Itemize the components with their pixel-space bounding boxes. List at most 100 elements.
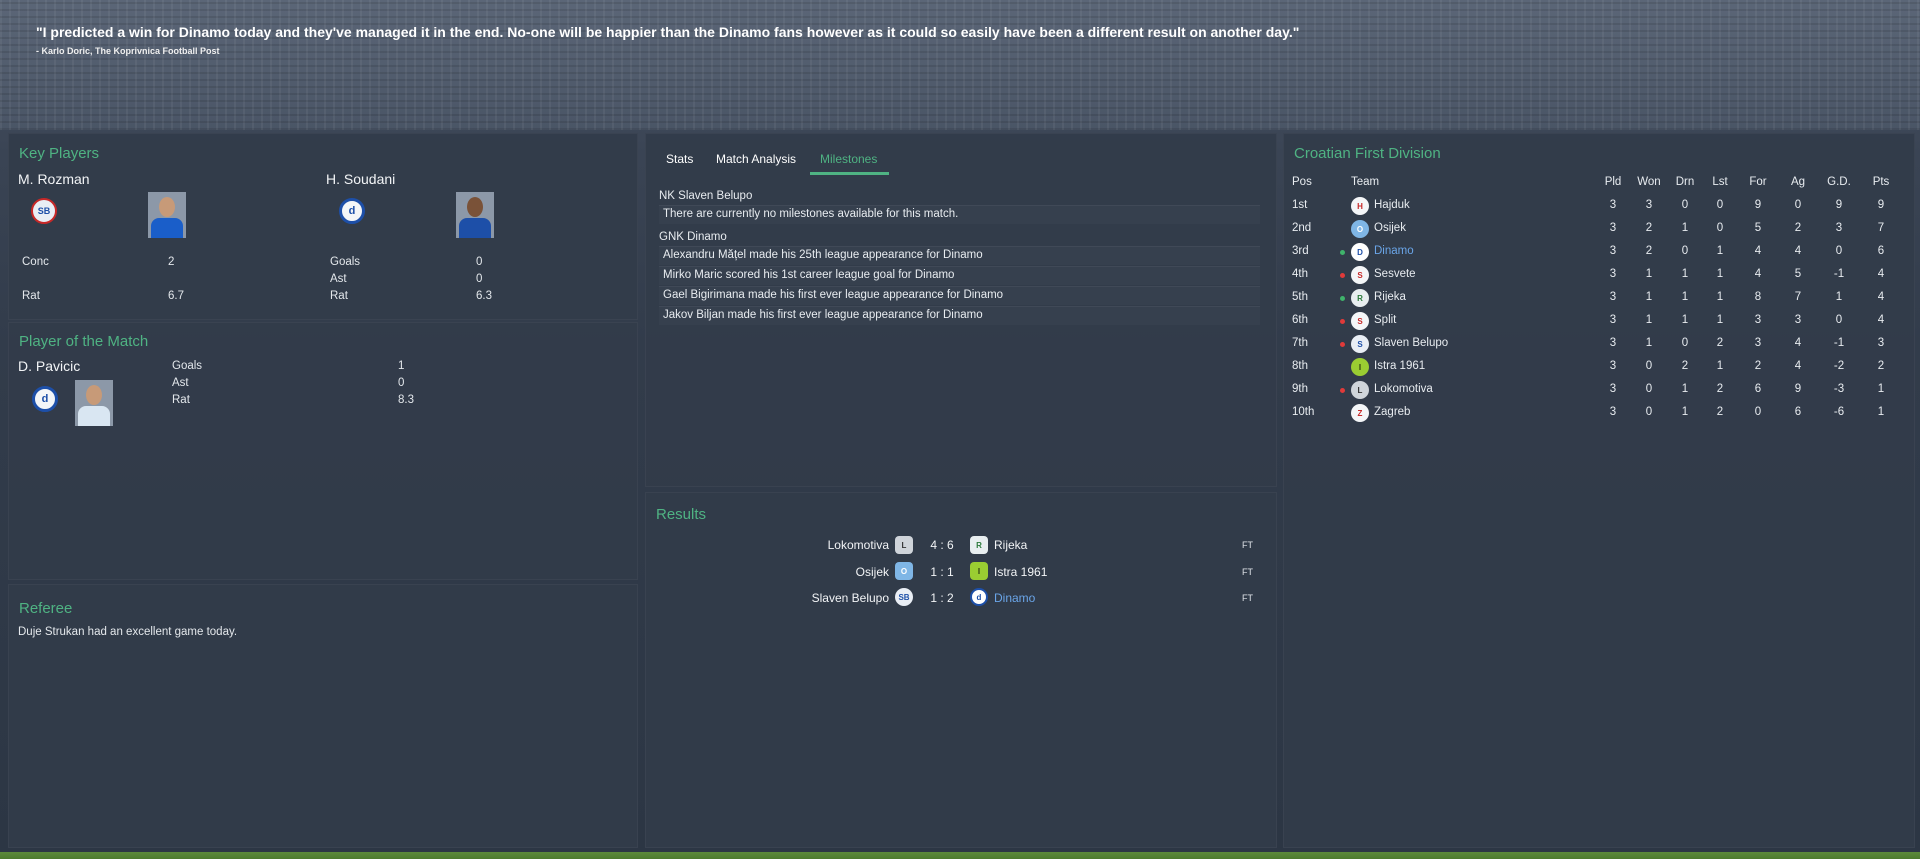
quote-text: "I predicted a win for Dinamo today and … [36,24,1300,40]
table-cell-for: 3 [1754,314,1762,326]
column-header-lst[interactable]: Lst [1705,176,1735,188]
quote-author: - Karlo Doric, The Koprivnica Football P… [36,46,220,56]
table-cell-lst: 1 [1716,268,1724,280]
stat-value: 0 [476,273,483,285]
stat-label: Rat [172,394,190,406]
team-crest-icon: S [1351,335,1369,353]
tab-match-analysis[interactable]: Match Analysis [716,152,796,166]
table-cell-ag: 7 [1794,291,1802,303]
milestone-team-heading: NK Slaven Belupo [659,190,753,202]
stat-value: 2 [168,256,175,268]
table-cell-pts: 1 [1877,406,1885,418]
table-cell-team[interactable]: Slaven Belupo [1374,337,1448,349]
milestone-text: There are currently no milestones availa… [663,208,959,220]
team-crest-icon: Z [1351,404,1369,422]
table-cell-drn: 1 [1681,291,1689,303]
table-cell-pos: 3rd [1292,245,1309,257]
result-home-team[interactable]: Osijek [639,565,889,579]
result-away-team[interactable]: Istra 1961 [994,565,1047,579]
column-header-pts[interactable]: Pts [1866,176,1896,188]
list-item: Jakov Biljan made his first ever league … [659,306,1260,325]
team-crest-icon: S [1351,266,1369,284]
table-cell-pld: 3 [1609,268,1617,280]
table-cell-for: 0 [1754,406,1762,418]
team-crest-icon: L [1351,381,1369,399]
press-quote: "I predicted a win for Dinamo today and … [36,24,1736,56]
stat-label: Goals [172,360,203,372]
table-cell-gd: 9 [1835,199,1843,211]
stat-value: 1 [398,360,405,372]
table-cell-won: 0 [1645,360,1653,372]
panel-title: Key Players [19,145,100,162]
result-status: FT [1242,540,1253,550]
tab-milestones[interactable]: Milestones [820,152,877,166]
tab-stats[interactable]: Stats [666,152,693,166]
table-cell-gd: 3 [1835,222,1843,234]
panel-title: Player of the Match [19,333,149,350]
table-cell-team[interactable]: Split [1374,314,1396,326]
table-cell-team[interactable]: Dinamo [1374,245,1414,257]
table-cell-team[interactable]: Zagreb [1374,406,1410,418]
table-cell-pos: 5th [1292,291,1308,303]
stat-value: 6.3 [476,290,492,302]
player-of-the-match-panel: Player of the Match D. Pavicic d Goals 1… [8,322,638,580]
column-header-won[interactable]: Won [1634,176,1664,188]
referee-panel: Referee Duje Strukan had an excellent ga… [8,584,638,848]
table-cell-drn: 1 [1681,383,1689,395]
column-header-team[interactable]: Team [1351,176,1379,188]
result-away-team[interactable]: Rijeka [994,538,1027,552]
result-status: FT [1242,593,1253,603]
position-down-icon [1340,319,1345,324]
list-item: Gael Bigirimana made his first ever leag… [659,286,1260,305]
table-cell-for: 9 [1754,199,1762,211]
table-cell-team[interactable]: Istra 1961 [1374,360,1425,372]
milestone-text: Jakov Biljan made his first ever league … [663,309,983,321]
column-header-pos[interactable]: Pos [1292,176,1312,188]
league-table-panel: Croatian First Division [1283,133,1915,848]
table-cell-lst: 1 [1716,314,1724,326]
team-crest-icon: O [1351,220,1369,238]
column-header-gd[interactable]: G.D. [1824,176,1854,188]
result-home-team[interactable]: Slaven Belupo [639,591,889,605]
result-away-team[interactable]: Dinamo [994,591,1035,605]
result-home-team[interactable]: Lokomotiva [639,538,889,552]
table-cell-pos: 1st [1292,199,1308,211]
table-cell-drn: 1 [1681,268,1689,280]
column-header-pld[interactable]: Pld [1598,176,1628,188]
pitch-strip [0,852,1920,859]
player-name[interactable]: M. Rozman [18,171,90,187]
table-cell-team[interactable]: Sesvete [1374,268,1416,280]
table-cell-gd: 1 [1835,291,1843,303]
list-item: There are currently no milestones availa… [659,205,1260,224]
table-cell-team[interactable]: Hajduk [1374,199,1410,211]
stat-value: 8.3 [398,394,414,406]
table-cell-won: 1 [1645,291,1653,303]
table-cell-for: 4 [1754,245,1762,257]
table-cell-for: 5 [1754,222,1762,234]
player-name[interactable]: D. Pavicic [18,358,80,374]
table-cell-drn: 0 [1681,245,1689,257]
table-cell-team[interactable]: Rijeka [1374,291,1406,303]
table-cell-gd: -3 [1833,383,1845,395]
table-cell-won: 0 [1645,406,1653,418]
table-cell-pld: 3 [1609,199,1617,211]
lokomotiva-crest-icon: L [895,536,913,554]
player-photo [148,192,186,238]
result-status: FT [1242,567,1253,577]
table-cell-pts: 2 [1877,360,1885,372]
column-header-ag[interactable]: Ag [1783,176,1813,188]
column-header-drn[interactable]: Drn [1670,176,1700,188]
player-name[interactable]: H. Soudani [326,171,395,187]
table-cell-drn: 1 [1681,314,1689,326]
result-score[interactable]: 1 : 2 [922,591,962,605]
table-cell-ag: 4 [1794,360,1802,372]
table-cell-team[interactable]: Osijek [1374,222,1406,234]
table-cell-pts: 4 [1877,268,1885,280]
table-cell-team[interactable]: Lokomotiva [1374,383,1433,395]
result-score[interactable]: 1 : 1 [922,565,962,579]
table-cell-pts: 9 [1877,199,1885,211]
stat-label: Conc [22,256,49,268]
column-header-for[interactable]: For [1743,176,1773,188]
table-cell-pos: 6th [1292,314,1308,326]
result-score[interactable]: 4 : 6 [922,538,962,552]
